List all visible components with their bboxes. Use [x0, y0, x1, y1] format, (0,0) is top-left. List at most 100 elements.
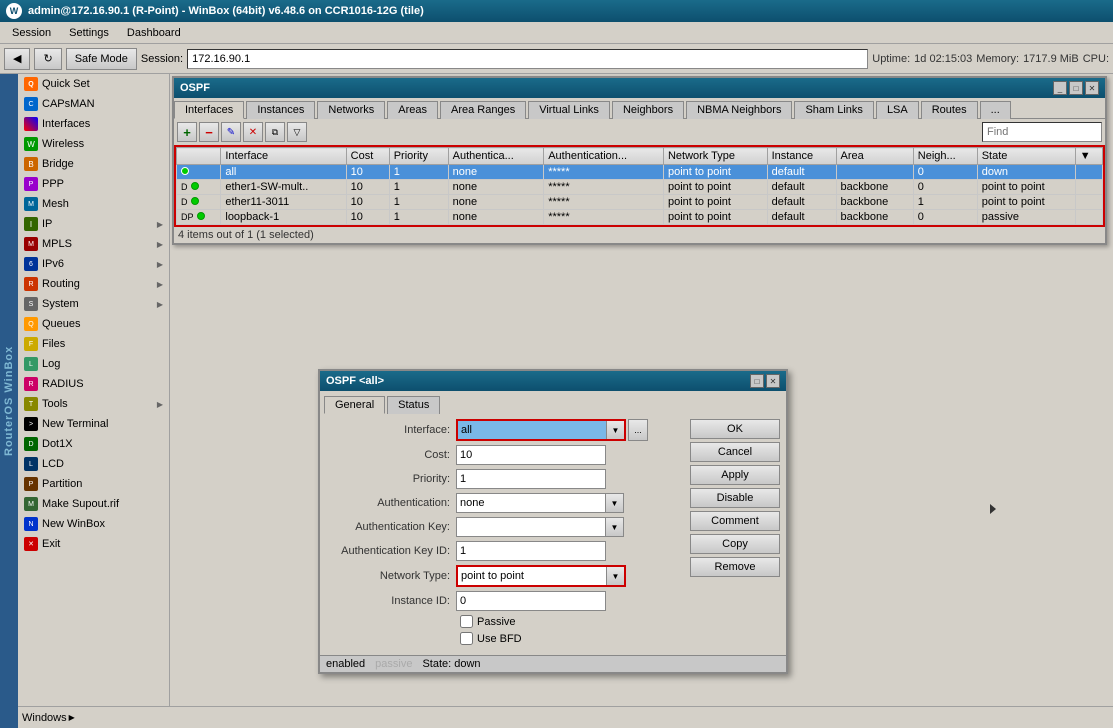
instance-id-input[interactable]	[457, 592, 605, 610]
auth-key-input[interactable]	[457, 518, 605, 536]
sidebar-item-radius[interactable]: R RADIUS	[18, 374, 169, 394]
ok-button[interactable]: OK	[690, 419, 780, 439]
col-area[interactable]: Area	[836, 148, 913, 165]
priority-input[interactable]	[457, 470, 605, 488]
sidebar-item-ppp[interactable]: P PPP	[18, 174, 169, 194]
status-passive: passive	[375, 658, 412, 670]
table-row[interactable]: D ether11-3011 10 1 none ***** point to …	[177, 195, 1103, 210]
col-auth[interactable]: Authentica...	[448, 148, 544, 165]
sidebar-item-system[interactable]: S System	[18, 294, 169, 314]
copy-toolbar-button[interactable]: ⧉	[265, 122, 285, 142]
sidebar-item-capsman[interactable]: C CAPsMAN	[18, 94, 169, 114]
col-instance[interactable]: Instance	[767, 148, 836, 165]
remove-button[interactable]: Remove	[690, 557, 780, 577]
sidebar-item-queues[interactable]: Q Queues	[18, 314, 169, 334]
apply-button[interactable]: Apply	[690, 465, 780, 485]
menu-dashboard[interactable]: Dashboard	[119, 25, 189, 41]
find-input[interactable]	[982, 122, 1102, 142]
interface-expand-btn[interactable]: ...	[628, 419, 648, 441]
table-row[interactable]: DP loopback-1 10 1 none ***** point to p…	[177, 210, 1103, 225]
tab-lsa[interactable]: LSA	[876, 101, 919, 119]
authentication-dropdown[interactable]: ▼	[456, 493, 624, 513]
sidebar-item-tools[interactable]: T Tools	[18, 394, 169, 414]
tab-nbma-neighbors[interactable]: NBMA Neighbors	[686, 101, 792, 119]
col-cost[interactable]: Cost	[346, 148, 389, 165]
sidebar-item-dot1x[interactable]: D Dot1X	[18, 434, 169, 454]
sidebar-item-routing[interactable]: R Routing	[18, 274, 169, 294]
sidebar-item-ipv6[interactable]: 6 IPv6	[18, 254, 169, 274]
network-type-input[interactable]	[458, 567, 606, 585]
sidebar-item-bridge[interactable]: B Bridge	[18, 154, 169, 174]
tab-more[interactable]: ...	[980, 101, 1011, 119]
disable-button[interactable]: Disable	[690, 488, 780, 508]
nav-forward-button[interactable]: ↻	[34, 48, 61, 70]
table-row[interactable]: all 10 1 none ***** point to point defau…	[177, 165, 1103, 180]
col-priority[interactable]: Priority	[389, 148, 448, 165]
tab-instances[interactable]: Instances	[246, 101, 315, 119]
edit-button[interactable]: ✎	[221, 122, 241, 142]
copy-button[interactable]: Copy	[690, 534, 780, 554]
sidebar-item-partition[interactable]: P Partition	[18, 474, 169, 494]
passive-checkbox[interactable]	[460, 615, 473, 628]
sidebar-item-lcd[interactable]: L LCD	[18, 454, 169, 474]
sidebar-item-new-terminal[interactable]: > New Terminal	[18, 414, 169, 434]
interface-dropdown[interactable]: ▼	[456, 419, 626, 441]
cancel-button[interactable]: Cancel	[690, 442, 780, 462]
sidebar-item-mesh[interactable]: M Mesh	[18, 194, 169, 214]
menu-settings[interactable]: Settings	[61, 25, 117, 41]
interface-dropdown-btn[interactable]: ▼	[606, 421, 624, 439]
col-interface[interactable]: Interface	[221, 148, 346, 165]
authentication-input[interactable]	[457, 494, 605, 512]
content-area: OSPF _ □ ✕ Interfaces Instances Networks…	[170, 74, 1113, 728]
sidebar-item-new-winbox[interactable]: N New WinBox	[18, 514, 169, 534]
network-type-dropdown-btn[interactable]: ▼	[606, 567, 624, 585]
sidebar-item-exit[interactable]: ✕ Exit	[18, 534, 169, 554]
sidebar-item-quick-set[interactable]: Q Quick Set	[18, 74, 169, 94]
auth-key-id-input[interactable]	[457, 542, 605, 560]
tab-networks[interactable]: Networks	[317, 101, 385, 119]
col-state[interactable]: State	[977, 148, 1075, 165]
ospf-minimize-btn[interactable]: _	[1053, 81, 1067, 95]
auth-key-dropdown[interactable]: ▼	[456, 517, 624, 537]
add-button[interactable]: +	[177, 122, 197, 142]
interface-input[interactable]	[458, 421, 606, 439]
tab-neighbors[interactable]: Neighbors	[612, 101, 684, 119]
col-auth-key[interactable]: Authentication...	[544, 148, 664, 165]
tab-interfaces[interactable]: Interfaces	[174, 101, 244, 119]
tab-area-ranges[interactable]: Area Ranges	[440, 101, 526, 119]
tab-virtual-links[interactable]: Virtual Links	[528, 101, 610, 119]
nav-back-button[interactable]: ◀	[4, 48, 30, 70]
ospf-maximize-btn[interactable]: □	[1069, 81, 1083, 95]
dialog-tab-status[interactable]: Status	[387, 396, 440, 414]
ospf-close-btn[interactable]: ✕	[1085, 81, 1099, 95]
menu-session[interactable]: Session	[4, 25, 59, 41]
tab-areas[interactable]: Areas	[387, 101, 438, 119]
tab-routes[interactable]: Routes	[921, 101, 978, 119]
session-input[interactable]	[187, 49, 868, 69]
disable-button[interactable]: ✕	[243, 122, 263, 142]
col-neigh[interactable]: Neigh...	[913, 148, 977, 165]
sidebar-item-mpls[interactable]: M MPLS	[18, 234, 169, 254]
authentication-dropdown-btn[interactable]: ▼	[605, 494, 623, 512]
dialog-minimize-btn[interactable]: □	[750, 374, 764, 388]
use-bfd-checkbox[interactable]	[460, 632, 473, 645]
sidebar-item-interfaces[interactable]: Interfaces	[18, 114, 169, 134]
remove-button[interactable]: −	[199, 122, 219, 142]
dialog-close-btn[interactable]: ✕	[766, 374, 780, 388]
auth-key-dropdown-btn[interactable]: ▼	[605, 518, 623, 536]
sidebar-item-files[interactable]: F Files	[18, 334, 169, 354]
comment-button[interactable]: Comment	[690, 511, 780, 531]
filter-button[interactable]: ▽	[287, 122, 307, 142]
sidebar-item-make-supout[interactable]: M Make Supout.rif	[18, 494, 169, 514]
table-row[interactable]: D ether1-SW-mult.. 10 1 none ***** point…	[177, 180, 1103, 195]
sidebar-item-ip[interactable]: I IP	[18, 214, 169, 234]
tab-sham-links[interactable]: Sham Links	[794, 101, 873, 119]
col-filter[interactable]: ▼	[1075, 148, 1102, 165]
col-net-type[interactable]: Network Type	[663, 148, 767, 165]
cost-input[interactable]	[457, 446, 605, 464]
sidebar-item-log[interactable]: L Log	[18, 354, 169, 374]
network-type-dropdown[interactable]: ▼	[456, 565, 626, 587]
sidebar-item-wireless[interactable]: W Wireless	[18, 134, 169, 154]
dialog-tab-general[interactable]: General	[324, 396, 385, 414]
safe-mode-button[interactable]: Safe Mode	[66, 48, 137, 70]
